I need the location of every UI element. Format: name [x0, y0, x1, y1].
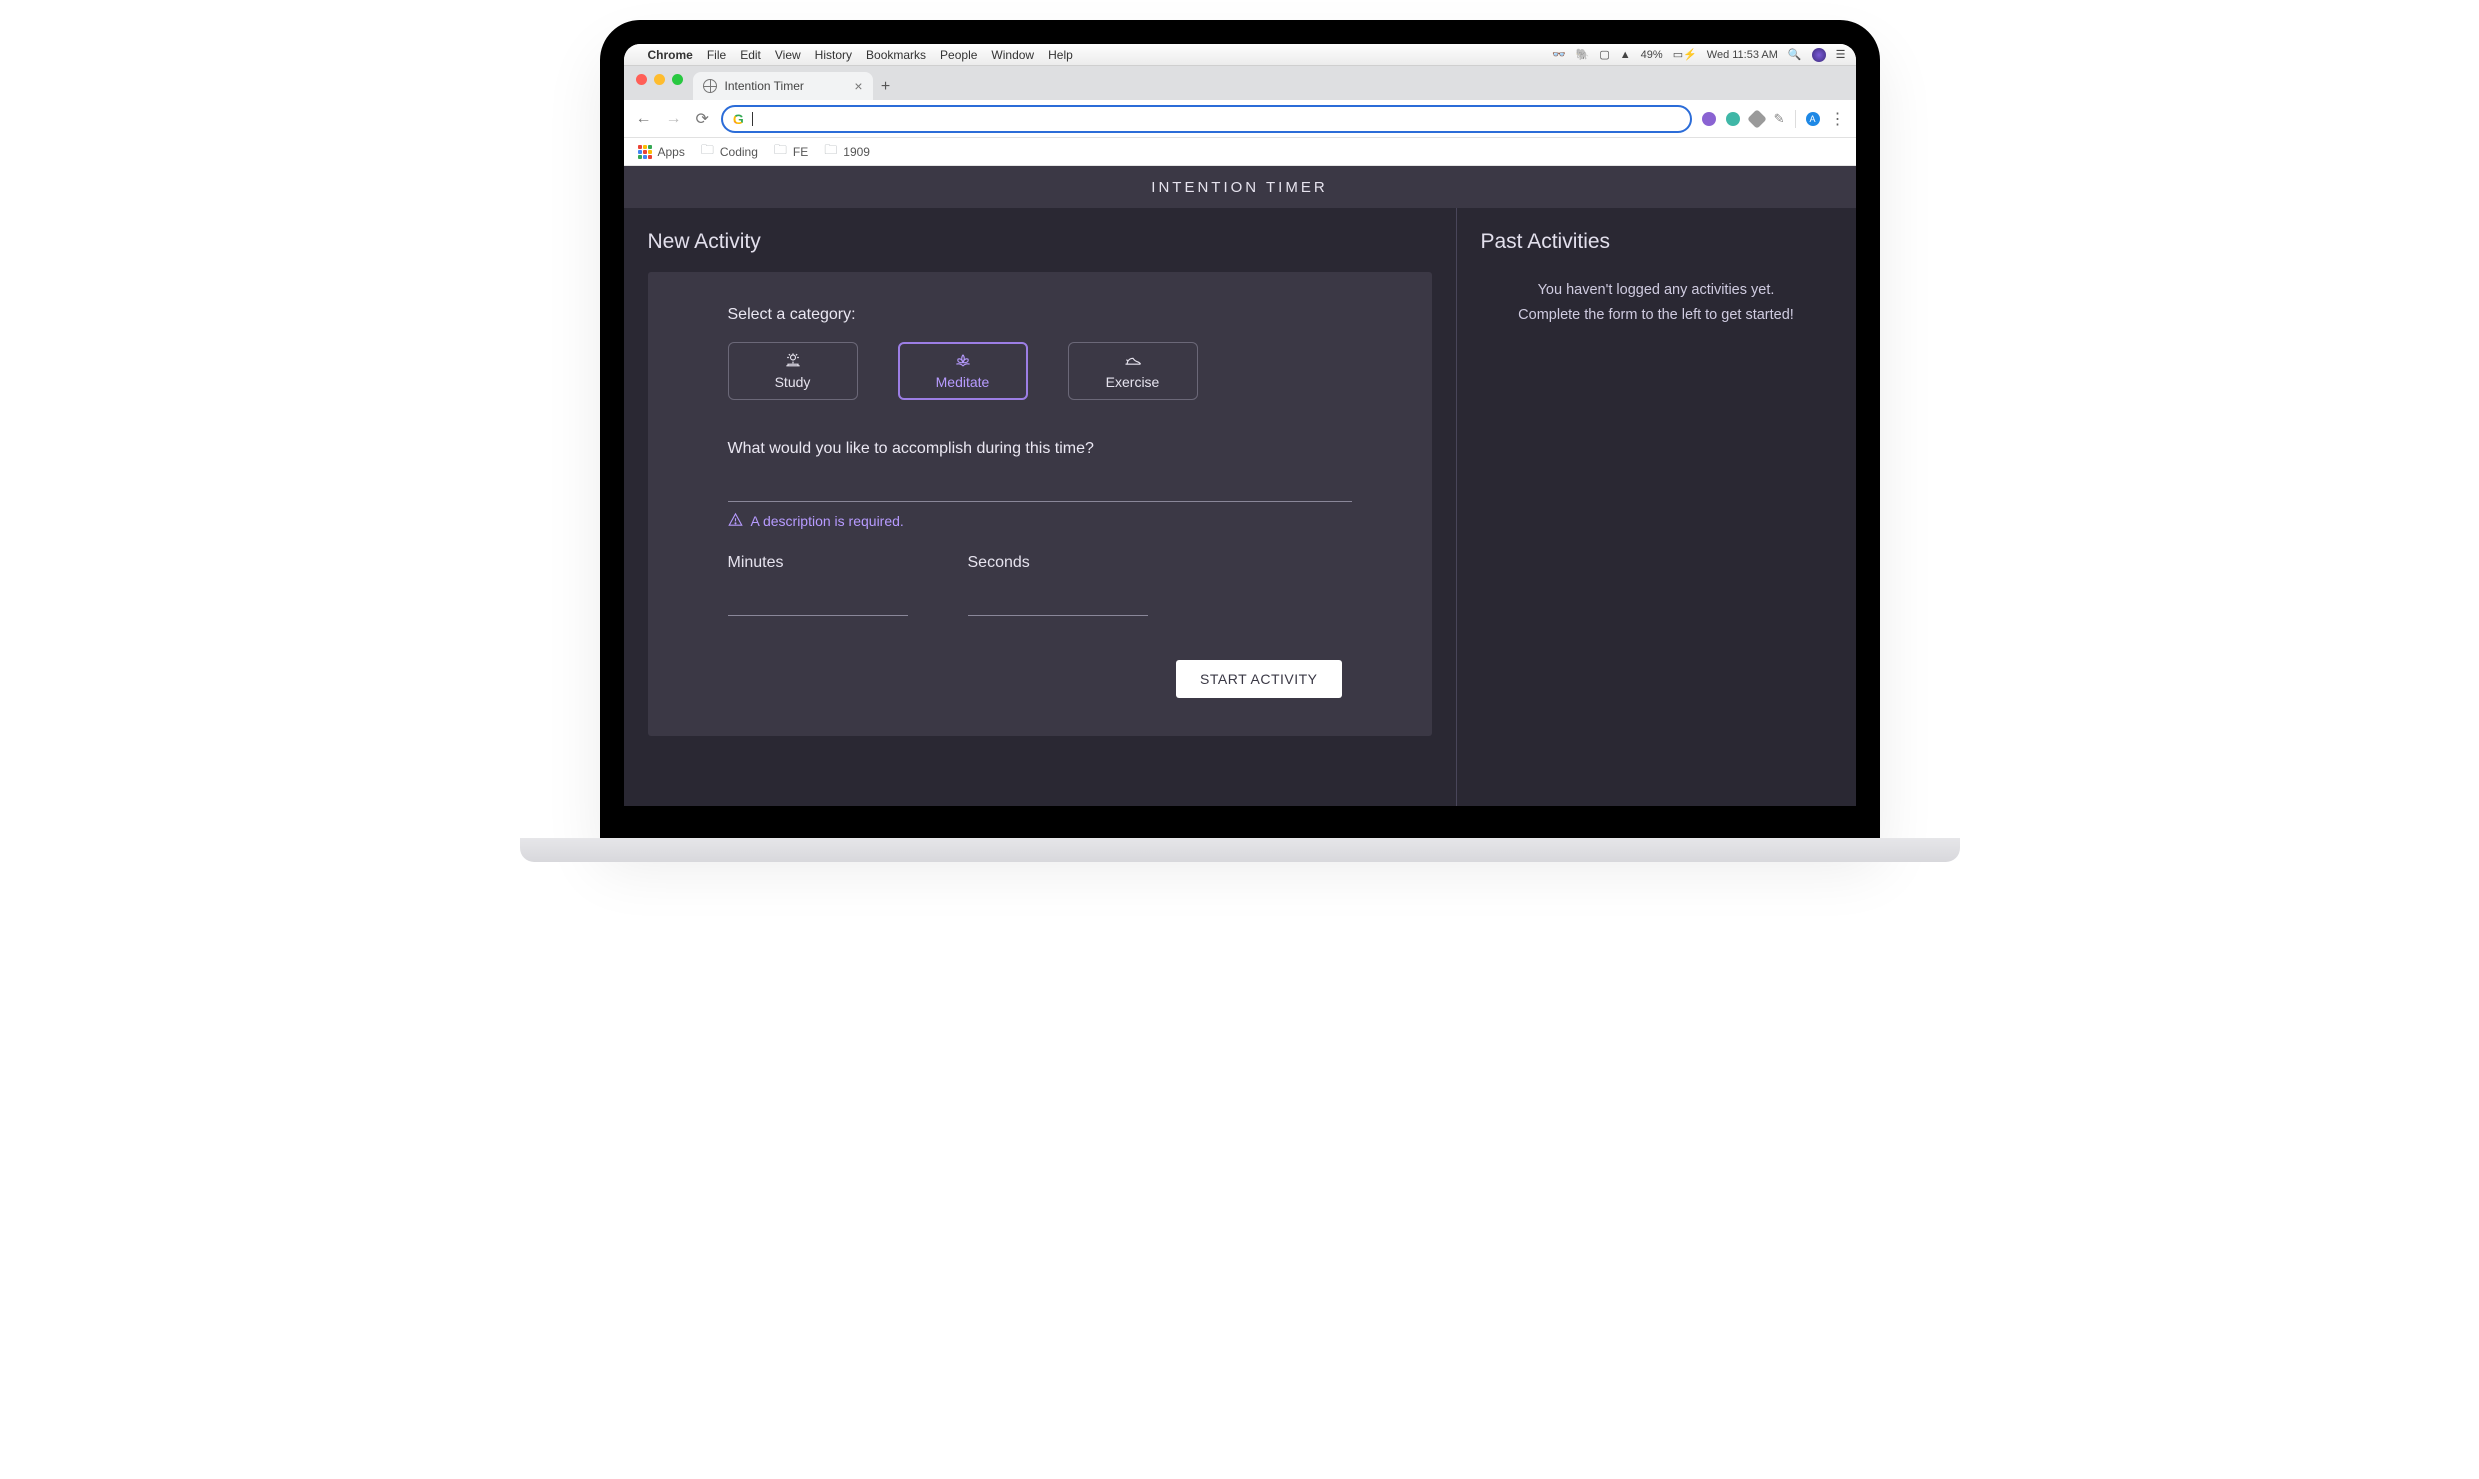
- validation-error: A description is required.: [728, 512, 1352, 530]
- menubar-item-history[interactable]: History: [815, 48, 852, 62]
- bookmark-label: 1909: [843, 145, 870, 159]
- bookmarks-bar: Apps 🗀 Coding 🗀 FE 🗀 1909: [624, 138, 1856, 166]
- menubar-item-bookmarks[interactable]: Bookmarks: [866, 48, 926, 62]
- new-activity-pane: New Activity Select a category: Study: [624, 208, 1456, 806]
- accomplish-label: What would you like to accomplish during…: [728, 440, 1352, 458]
- menubar-clock[interactable]: Wed 11:53 AM: [1707, 49, 1778, 61]
- menubar-item-edit[interactable]: Edit: [740, 48, 761, 62]
- browser-tab[interactable]: Intention Timer ×: [693, 72, 873, 100]
- extension-icon[interactable]: [1726, 112, 1740, 126]
- extension-icon[interactable]: [1702, 112, 1716, 126]
- control-center-icon[interactable]: ☰: [1836, 48, 1846, 61]
- wifi-icon[interactable]: ▲: [1620, 49, 1631, 61]
- select-category-label: Select a category:: [728, 306, 1352, 324]
- menubar-item-window[interactable]: Window: [991, 48, 1034, 62]
- apps-grid-icon: [638, 145, 652, 159]
- glasses-icon[interactable]: 👓: [1552, 48, 1566, 61]
- maximize-window-button[interactable]: [672, 74, 683, 85]
- apps-label: Apps: [658, 145, 685, 159]
- siri-icon[interactable]: [1812, 48, 1826, 62]
- bookmark-label: FE: [793, 145, 808, 159]
- mac-menu-bar: Chrome File Edit View History Bookmarks …: [624, 44, 1856, 66]
- extension-icon[interactable]: [1747, 109, 1767, 129]
- folder-icon: 🗀: [824, 141, 837, 163]
- activity-form-card: Select a category: Study: [648, 272, 1432, 736]
- category-label: Meditate: [936, 374, 990, 390]
- forward-button[interactable]: →: [664, 108, 684, 130]
- apps-shortcut[interactable]: Apps: [638, 145, 685, 159]
- meditate-icon: [953, 352, 973, 371]
- category-meditate-button[interactable]: Meditate: [898, 342, 1028, 400]
- bookmark-label: Coding: [720, 145, 758, 159]
- category-study-button[interactable]: Study: [728, 342, 858, 400]
- chrome-tab-strip: Intention Timer × +: [624, 66, 1856, 100]
- chrome-toolbar: ← → ⟳ G ✎ A ⋮: [624, 100, 1856, 138]
- close-window-button[interactable]: [636, 74, 647, 85]
- battery-icon: ▭⚡: [1673, 48, 1697, 61]
- new-tab-button[interactable]: +: [873, 74, 899, 100]
- extension-icon[interactable]: ✎: [1774, 111, 1785, 127]
- minutes-label: Minutes: [728, 554, 908, 572]
- text-cursor: [752, 112, 753, 126]
- bookmark-folder[interactable]: 🗀 Coding: [701, 141, 758, 163]
- laptop-base: [520, 838, 1960, 862]
- seconds-label: Seconds: [968, 554, 1148, 572]
- battery-percent: 49%: [1641, 49, 1663, 61]
- menubar-item-help[interactable]: Help: [1048, 48, 1073, 62]
- profile-avatar[interactable]: A: [1806, 112, 1820, 126]
- folder-icon: 🗀: [774, 141, 787, 163]
- category-row: Study Meditate: [728, 342, 1352, 400]
- close-tab-button[interactable]: ×: [854, 79, 862, 93]
- menubar-item-people[interactable]: People: [940, 48, 977, 62]
- category-label: Exercise: [1106, 374, 1160, 390]
- exercise-icon: [1123, 352, 1143, 371]
- empty-line-1: You haven't logged any activities yet.: [1481, 278, 1832, 303]
- time-row: Minutes Seconds: [728, 554, 1352, 616]
- error-text: A description is required.: [751, 513, 904, 529]
- spotlight-icon[interactable]: 🔍: [1788, 48, 1802, 61]
- empty-line-2: Complete the form to the left to get sta…: [1481, 303, 1832, 328]
- start-label: START ACTIVITY: [1200, 671, 1317, 687]
- back-button[interactable]: ←: [634, 108, 654, 130]
- category-label: Study: [775, 374, 811, 390]
- menubar-item-file[interactable]: File: [707, 48, 726, 62]
- accomplish-input[interactable]: [728, 476, 1352, 502]
- bookmark-folder[interactable]: 🗀 FE: [774, 141, 808, 163]
- app-root: INTENTION TIMER New Activity Select a ca…: [624, 166, 1856, 806]
- start-activity-button[interactable]: START ACTIVITY: [1176, 660, 1341, 698]
- globe-icon: [703, 79, 717, 93]
- profile-initial: A: [1809, 114, 1815, 124]
- chrome-menu-button[interactable]: ⋮: [1830, 109, 1846, 129]
- past-activities-heading: Past Activities: [1481, 230, 1832, 254]
- menubar-app-name[interactable]: Chrome: [648, 48, 693, 62]
- reload-button[interactable]: ⟳: [694, 107, 711, 131]
- airplay-icon[interactable]: ▢: [1599, 48, 1609, 61]
- menubar-item-view[interactable]: View: [775, 48, 801, 62]
- app-header: INTENTION TIMER: [624, 166, 1856, 208]
- past-activities-pane: Past Activities You haven't logged any a…: [1456, 208, 1856, 806]
- window-controls: [632, 66, 693, 100]
- google-icon: G: [733, 111, 744, 127]
- tab-title: Intention Timer: [725, 79, 804, 93]
- extension-divider: [1795, 110, 1796, 128]
- bookmark-folder[interactable]: 🗀 1909: [824, 141, 870, 163]
- minimize-window-button[interactable]: [654, 74, 665, 85]
- app-title: INTENTION TIMER: [1151, 179, 1327, 196]
- folder-icon: 🗀: [701, 141, 714, 163]
- minutes-input[interactable]: [728, 592, 908, 616]
- category-exercise-button[interactable]: Exercise: [1068, 342, 1198, 400]
- empty-state-message: You haven't logged any activities yet. C…: [1481, 278, 1832, 327]
- address-bar[interactable]: G: [721, 105, 1692, 133]
- study-icon: [783, 352, 803, 371]
- new-activity-heading: New Activity: [648, 230, 1432, 254]
- warning-icon: [728, 512, 743, 530]
- seconds-input[interactable]: [968, 592, 1148, 616]
- extensions-row: ✎ A ⋮: [1702, 109, 1846, 129]
- evernote-icon[interactable]: 🐘: [1576, 48, 1590, 61]
